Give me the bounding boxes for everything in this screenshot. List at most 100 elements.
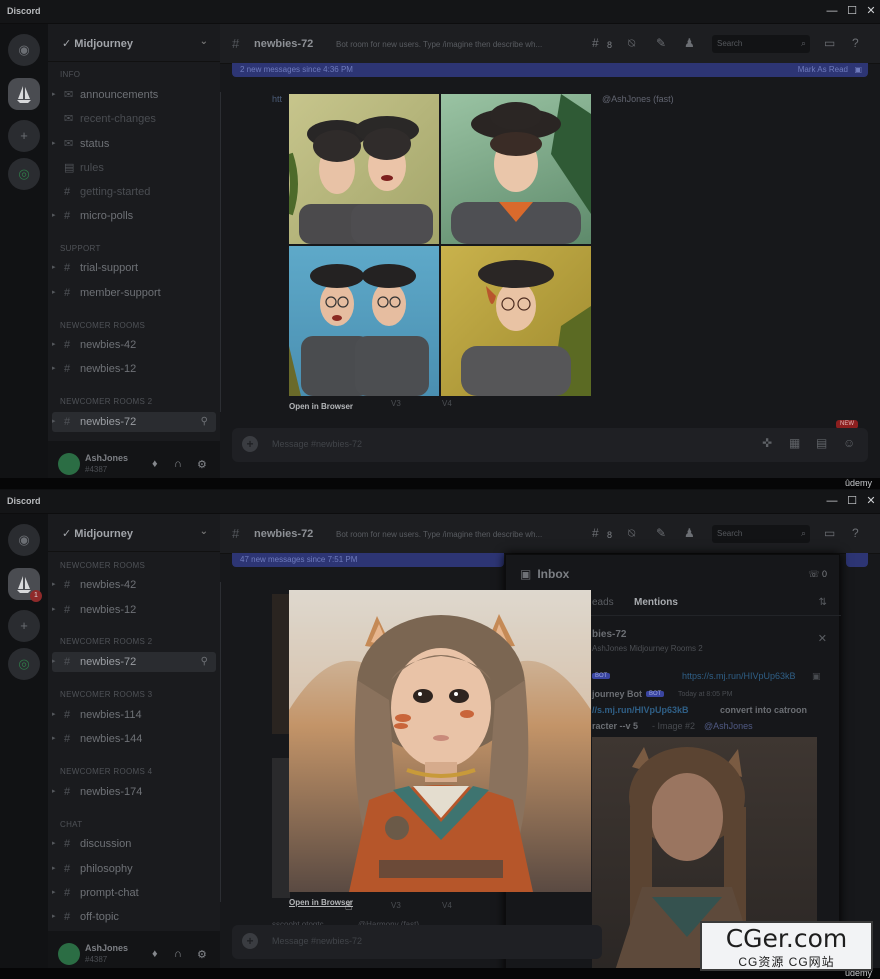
mute-bell-icon[interactable]: ⍉ bbox=[628, 526, 635, 541]
channel-member-support[interactable]: ▸ # member-support bbox=[52, 283, 216, 303]
new-messages-bar[interactable]: 2 new messages since 4:36 PM Mark As Rea… bbox=[232, 63, 868, 77]
avatar[interactable] bbox=[58, 943, 80, 965]
inbox-channel-name[interactable]: bies-72 bbox=[592, 629, 626, 640]
category-newcomer-rooms[interactable]: NEWCOMER ROOMS bbox=[60, 561, 145, 570]
headphones-icon[interactable]: ∩ bbox=[174, 458, 182, 470]
channel-topic[interactable]: Bot room for new users. Type /imagine th… bbox=[336, 530, 584, 539]
discord-home-icon[interactable]: ◉ bbox=[8, 34, 40, 66]
channel-philosophy[interactable]: ▸ # philosophy bbox=[52, 859, 216, 879]
channel-newbies-114[interactable]: ▸ # newbies-114 bbox=[52, 705, 216, 725]
message-link[interactable]: https://s.mj.run/HIVpUp63kB bbox=[682, 671, 796, 681]
image-tile-3[interactable] bbox=[289, 246, 439, 396]
channel-micro-polls[interactable]: ▸ # micro-polls bbox=[52, 206, 216, 226]
avatar[interactable] bbox=[58, 453, 80, 475]
channel-newbies-72[interactable]: ▸ # newbies-72 ⚲ bbox=[52, 652, 216, 672]
channel-getting-started[interactable]: # getting-started bbox=[52, 182, 216, 202]
sticker-icon[interactable]: ▤ bbox=[816, 436, 827, 450]
explore-icon[interactable]: ◎ bbox=[8, 648, 40, 680]
channel-newbies-12[interactable]: ▸ # newbies-12 bbox=[52, 600, 216, 620]
add-member-icon[interactable]: ⚲ bbox=[201, 412, 208, 432]
add-member-icon[interactable]: ⚲ bbox=[201, 652, 208, 672]
members-icon[interactable]: ♟ bbox=[684, 526, 695, 540]
close-button[interactable]: ✕ bbox=[864, 4, 878, 18]
explore-icon[interactable]: ◎ bbox=[8, 158, 40, 190]
channel-rules[interactable]: ▤ rules bbox=[52, 158, 216, 178]
channel-topic[interactable]: Bot room for new users. Type /imagine th… bbox=[336, 40, 584, 49]
attach-plus-icon[interactable]: + bbox=[242, 933, 258, 949]
microphone-icon[interactable]: ♦ bbox=[152, 948, 158, 960]
gif-icon[interactable]: ▦ bbox=[789, 436, 800, 450]
maximize-button[interactable]: ☐ bbox=[845, 494, 859, 508]
help-icon[interactable]: ? bbox=[852, 36, 859, 50]
variation-4-button[interactable]: V4 bbox=[442, 399, 452, 408]
category-newcomer-rooms[interactable]: NEWCOMER ROOMS bbox=[60, 321, 145, 330]
help-icon[interactable]: ? bbox=[852, 526, 859, 540]
prompt-link[interactable]: //s.mj.run/HIVpUp63kB bbox=[592, 705, 689, 715]
channel-trial-support[interactable]: ▸ # trial-support bbox=[52, 258, 216, 278]
image-tile-4[interactable] bbox=[441, 246, 591, 396]
channel-newbies-12[interactable]: ▸ # newbies-12 bbox=[52, 359, 216, 379]
close-button[interactable]: ✕ bbox=[864, 494, 878, 508]
headphones-icon[interactable]: ∩ bbox=[174, 948, 182, 960]
add-server-icon[interactable]: + bbox=[8, 120, 40, 152]
channel-off-topic[interactable]: ▸ # off-topic bbox=[52, 907, 216, 927]
minimize-button[interactable]: — bbox=[825, 494, 839, 508]
image-tile-1[interactable] bbox=[289, 94, 439, 244]
filter-icon[interactable]: ⇅ bbox=[819, 597, 827, 608]
image-grid[interactable] bbox=[289, 94, 591, 396]
channel-newbies-174[interactable]: ▸ # newbies-174 bbox=[52, 782, 216, 802]
maximize-button[interactable]: ☐ bbox=[845, 4, 859, 18]
category-newcomer-rooms-2[interactable]: NEWCOMER ROOMS 2 bbox=[60, 637, 152, 646]
add-server-icon[interactable]: + bbox=[8, 610, 40, 642]
tab-mentions[interactable]: Mentions bbox=[634, 597, 678, 608]
category-newcomer-rooms-4[interactable]: NEWCOMER ROOMS 4 bbox=[60, 767, 152, 776]
settings-gear-icon[interactable]: ⚙ bbox=[197, 458, 207, 471]
discord-home-icon[interactable]: ◉ bbox=[8, 524, 40, 556]
open-in-browser-link[interactable]: Open in Browser bbox=[289, 402, 353, 411]
link-fragment[interactable]: htt bbox=[272, 94, 282, 104]
variation-3-button[interactable]: V3 bbox=[391, 399, 401, 408]
channel-newbies-42[interactable]: ▸ # newbies-42 bbox=[52, 335, 216, 355]
channel-prompt-chat[interactable]: ▸ # prompt-chat bbox=[52, 883, 216, 903]
inbox-icon[interactable]: ▭ bbox=[824, 36, 835, 50]
settings-gear-icon[interactable]: ⚙ bbox=[197, 948, 207, 961]
attach-plus-icon[interactable]: + bbox=[242, 436, 258, 452]
members-icon[interactable]: ♟ bbox=[684, 36, 695, 50]
upscaled-image[interactable] bbox=[289, 590, 591, 892]
server-header[interactable]: ✓ Midjourney ⌄ bbox=[48, 24, 220, 62]
tab-unreads[interactable]: eads bbox=[592, 597, 614, 608]
threads-icon[interactable]: # bbox=[592, 526, 599, 540]
minimize-button[interactable]: — bbox=[825, 4, 839, 18]
mute-bell-icon[interactable]: ⍉ bbox=[628, 36, 635, 51]
threads-icon[interactable]: # bbox=[592, 36, 599, 50]
open-in-browser-link[interactable]: Open in Browser bbox=[289, 898, 353, 907]
channel-status[interactable]: ▸ ✉ status bbox=[52, 134, 216, 154]
channel-discussion[interactable]: ▸ # discussion bbox=[52, 834, 216, 854]
category-newcomer-rooms-3[interactable]: NEWCOMER ROOMS 3 bbox=[60, 690, 152, 699]
gift-icon[interactable]: ✜ bbox=[762, 436, 772, 450]
category-chat[interactable]: CHAT bbox=[60, 820, 82, 829]
close-icon[interactable]: ✕ bbox=[818, 632, 827, 645]
new-messages-bar[interactable]: 47 new messages since 7:51 PM bbox=[232, 553, 504, 567]
channel-newbies-42[interactable]: ▸ # newbies-42 bbox=[52, 575, 216, 595]
mark-as-read-button[interactable]: Mark As Read bbox=[798, 65, 848, 74]
new-messages-bar-end[interactable] bbox=[846, 553, 868, 567]
pin-icon[interactable]: ✎ bbox=[656, 526, 666, 540]
inbox-icon[interactable]: ▭ bbox=[824, 526, 835, 540]
message-composer[interactable]: + Message #newbies-72 ✜ ▦ ▤ ☺ bbox=[232, 428, 868, 462]
category-info[interactable]: INFO bbox=[60, 70, 80, 79]
midjourney-server-icon[interactable] bbox=[8, 78, 40, 110]
message-composer[interactable]: + Message #newbies-72 bbox=[232, 925, 602, 959]
variation-4-button[interactable]: V4 bbox=[442, 901, 452, 910]
category-support[interactable]: SUPPORT bbox=[60, 244, 101, 253]
channel-announcements[interactable]: ▸ ✉ announcements bbox=[52, 85, 216, 105]
pin-icon[interactable]: ✎ bbox=[656, 36, 666, 50]
image-tile-2[interactable] bbox=[441, 94, 591, 244]
channel-recent-changes[interactable]: ✉ recent-changes bbox=[52, 109, 216, 129]
server-header[interactable]: ✓ Midjourney ⌄ bbox=[48, 514, 220, 552]
category-newcomer-rooms-2[interactable]: NEWCOMER ROOMS 2 bbox=[60, 397, 152, 406]
variation-3-button[interactable]: V3 bbox=[391, 901, 401, 910]
inbox-count[interactable]: ☏ 0 bbox=[808, 569, 827, 580]
emoji-icon[interactable]: ☺ bbox=[843, 436, 855, 450]
microphone-icon[interactable]: ♦ bbox=[152, 458, 158, 470]
